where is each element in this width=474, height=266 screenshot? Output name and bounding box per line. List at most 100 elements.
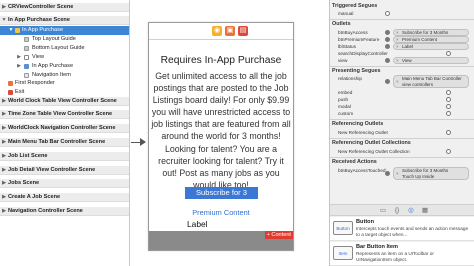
status-label[interactable]: Label	[187, 219, 208, 229]
disclosure-triangle-icon[interactable]: ▶	[1, 166, 7, 174]
outline-row-time-zone-table-scene[interactable]: ▶ Time Zone Table View Controller Scene	[0, 110, 129, 119]
object-library-icon[interactable]: ◎	[407, 207, 415, 215]
disclosure-triangle-icon[interactable]: ▶	[1, 179, 7, 187]
segue-row-push[interactable]: push	[330, 96, 474, 103]
outline-row-label: View	[32, 54, 45, 60]
received-action-row[interactable]: btnBuyAccessTouched: × Subscribe for 3 M…	[330, 167, 474, 181]
disclosure-triangle-icon[interactable]: ▶	[1, 152, 7, 160]
outline-row-worldclock-navigation-scene[interactable]: ▶ WorldClock Navigation Controller Scene	[0, 124, 129, 133]
outline-row-job-list-scene[interactable]: ▶ Job List Scene	[0, 152, 129, 161]
outline-row-navigation-controller-scene[interactable]: ▶ Navigation Controller Scene	[0, 207, 129, 216]
connection-circle-icon[interactable]	[446, 51, 451, 56]
outline-row-create-a-job-scene[interactable]: ▶ Create A Job Scene	[0, 193, 129, 202]
outline-row-jobs-scene[interactable]: ▶ Jobs Scene	[0, 179, 129, 188]
exit-dock-icon[interactable]: ▤	[238, 26, 248, 36]
tab-bar[interactable]: + Content	[149, 231, 293, 250]
remove-x-icon[interactable]: ×	[396, 171, 399, 177]
view-controller-dock-icon[interactable]: ◉	[212, 26, 222, 36]
purchase-description-text[interactable]: Get unlimited access to all the job post…	[151, 70, 291, 191]
connection-circle-icon[interactable]	[385, 171, 390, 176]
outline-row-view[interactable]: ▶ View	[0, 53, 129, 62]
remove-x-icon[interactable]: ×	[396, 79, 399, 85]
outline-row-top-layout-guide[interactable]: Top Layout Guide	[0, 35, 129, 44]
segue-row-embed[interactable]: embed	[330, 89, 474, 96]
disclosure-triangle-icon[interactable]: ▼	[8, 26, 14, 35]
outlet-target-pill[interactable]: × Subscribe for 3 Months	[393, 29, 469, 36]
storyboard-canvas[interactable]: ◉ ▣ ▤ Requires In-App Purchase Get unlim…	[131, 0, 329, 266]
outlet-row-view[interactable]: view × View	[330, 57, 474, 64]
disclosure-triangle-icon[interactable]: ▶	[16, 62, 22, 71]
connection-circle-icon[interactable]	[385, 11, 390, 16]
relationship-target-pill[interactable]: × Main Menu Tab Bar Controller view cont…	[393, 75, 469, 88]
disclosure-triangle-icon[interactable]: ▶	[1, 193, 7, 201]
code-snippet-icon[interactable]: {}	[393, 207, 401, 215]
connection-circle-icon[interactable]	[446, 111, 451, 116]
outline-row-job-detail-scene[interactable]: ▶ Job Detail View Controller Scene	[0, 166, 129, 175]
outline-row-crviewcontroller-scene[interactable]: ▶ CRViewController Scene	[0, 3, 129, 12]
connection-circle-icon[interactable]	[385, 58, 390, 63]
library-item-button[interactable]: Button Button Intercepts touch events an…	[330, 217, 474, 241]
file-template-icon[interactable]: ▭	[379, 207, 387, 215]
connection-circle-icon[interactable]	[446, 149, 451, 154]
disclosure-triangle-icon[interactable]: ▶	[1, 207, 7, 215]
connection-circle-icon[interactable]	[385, 44, 390, 49]
connection-circle-icon[interactable]	[446, 130, 451, 135]
outline-row-in-app-purchase-controller[interactable]: ▼ In App Purchase	[0, 26, 129, 35]
outlet-target-pill[interactable]: × Premium Content	[393, 36, 469, 43]
outline-row-exit[interactable]: Exit	[0, 88, 129, 97]
connection-circle-icon[interactable]	[385, 79, 390, 84]
outline-row-bottom-layout-guide[interactable]: Bottom Layout Guide	[0, 44, 129, 53]
remove-x-icon[interactable]: ×	[396, 44, 399, 49]
disclosure-triangle-icon[interactable]: ▶	[1, 110, 7, 118]
connection-circle-icon[interactable]	[446, 90, 451, 95]
outline-row-first-responder[interactable]: First Responder	[0, 79, 129, 88]
library-item-description: Represents an item on a UIToolbar or UIN…	[356, 251, 434, 262]
remove-x-icon[interactable]: ×	[396, 58, 399, 63]
action-target-pill[interactable]: × Subscribe for 3 Months Touch Up Inside	[393, 167, 469, 180]
disclosure-triangle-icon[interactable]: ▶	[1, 3, 7, 11]
disclosure-triangle-icon[interactable]: ▶	[1, 97, 7, 105]
outlet-target-label: Premium Content	[402, 37, 438, 42]
disclosure-triangle-icon[interactable]: ▶	[16, 53, 22, 62]
premium-content-button[interactable]: Premium Content	[149, 208, 293, 217]
outline-row-in-app-purchase-scene[interactable]: ▼ In App Purchase Scene	[0, 16, 129, 25]
library-item-bar-button-item[interactable]: Item Bar Button Item Represents an item …	[330, 242, 474, 266]
outlet-target-label: Subscribe for 3 Months	[402, 30, 449, 35]
new-referencing-outlet-row[interactable]: New Referencing Outlet	[330, 129, 474, 136]
disclosure-triangle-icon[interactable]: ▶	[1, 124, 7, 132]
outline-row-main-menu-tab-bar-scene[interactable]: ▶ Main Menu Tab Bar Controller Scene	[0, 138, 129, 147]
outlet-target-pill[interactable]: × View	[393, 57, 469, 64]
outlet-row-btnpremiumfeature[interactable]: btnPremiumFeature × Premium Content	[330, 36, 474, 43]
segue-row-modal[interactable]: modal	[330, 103, 474, 110]
outline-row-in-app-purchase-item[interactable]: ▶ In App Purchase	[0, 62, 129, 71]
in-app-purchase-view-controller[interactable]: ◉ ▣ ▤ Requires In-App Purchase Get unlim…	[148, 22, 294, 251]
outlet-row-lblstatus[interactable]: lblStatus × Label	[330, 43, 474, 50]
content-tag[interactable]: + Content	[264, 231, 293, 239]
connection-circle-icon[interactable]	[385, 30, 390, 35]
disclosure-triangle-icon[interactable]: ▼	[1, 16, 7, 24]
connection-circle-icon[interactable]	[446, 97, 451, 102]
outlet-row-btnbuyaccess[interactable]: btnBuyAccess × Subscribe for 3 Months	[330, 29, 474, 36]
subscribe-button[interactable]: Subscribe for 3 Months	[185, 187, 258, 209]
remove-x-icon[interactable]: ×	[396, 30, 399, 35]
segue-arrow-icon[interactable]	[140, 138, 146, 146]
outlet-target-pill[interactable]: × Label	[393, 43, 469, 50]
segue-row-custom[interactable]: custom	[330, 110, 474, 117]
purchase-title-label[interactable]: Requires In-App Purchase	[149, 55, 293, 66]
connection-circle-icon[interactable]	[385, 37, 390, 42]
connection-circle-icon[interactable]	[446, 104, 451, 109]
remove-x-icon[interactable]: ×	[396, 37, 399, 42]
exit-icon	[8, 90, 13, 95]
outline-row-label: Bottom Layout Guide	[32, 45, 85, 51]
relationship-target-line2: view controllers	[402, 81, 434, 87]
outline-row-world-clock-table-scene[interactable]: ▶ World Clock Table View Controller Scen…	[0, 97, 129, 106]
relationship-segue-row[interactable]: relationship × Main Menu Tab Bar Control…	[330, 75, 474, 89]
media-library-icon[interactable]: ▦	[421, 207, 429, 215]
layout-guide-icon	[24, 37, 29, 42]
new-referencing-outlet-collection-row[interactable]: New Referencing Outlet Collection	[330, 148, 474, 155]
outlet-row-searchdisplaycontroller[interactable]: searchDisplayController	[330, 50, 474, 57]
disclosure-triangle-icon[interactable]: ▶	[1, 138, 7, 146]
first-responder-dock-icon[interactable]: ▣	[225, 26, 235, 36]
manual-segue-row[interactable]: manual	[330, 10, 474, 17]
action-name: btnBuyAccessTouched:	[338, 168, 387, 173]
